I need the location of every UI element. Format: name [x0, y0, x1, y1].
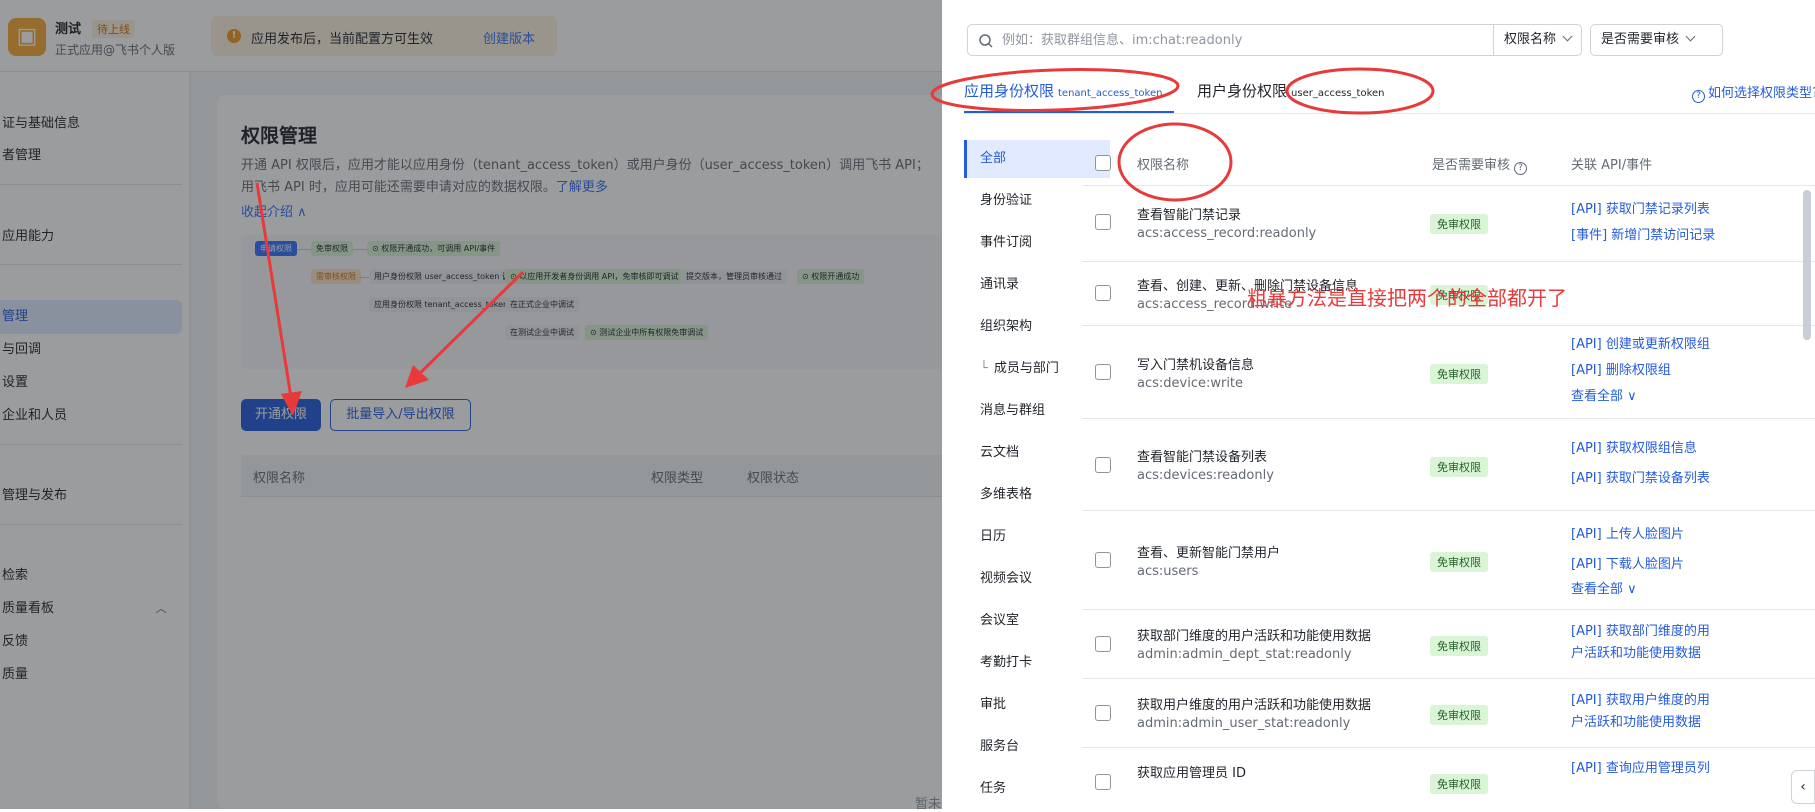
row-checkbox[interactable]: [1095, 457, 1111, 473]
select-all-checkbox[interactable]: [1095, 155, 1111, 171]
search-input[interactable]: [1002, 26, 1492, 54]
help-link-label: 如何选择权限类型?: [1708, 86, 1815, 101]
permission-name: 写入门禁机设备信息: [1137, 358, 1255, 373]
chevron-down-icon: [1562, 31, 1573, 42]
tab-label: 用户身份权限: [1197, 82, 1288, 100]
status-badge: 免审权限: [1430, 636, 1488, 656]
tab-tenant-identity[interactable]: 应用身份权限 tenant_access_token: [964, 80, 1162, 101]
api-link[interactable]: [API] 获取门禁设备列表: [1571, 466, 1710, 492]
filter-label: 是否需要审核: [1601, 32, 1680, 47]
api-link[interactable]: [API] 创建或更新权限组: [1571, 332, 1710, 358]
question-circle-icon: ?: [1692, 90, 1705, 103]
table-row: 查看智能门禁记录 acs:access_record:readonly 免审权限…: [1082, 187, 1815, 262]
tab-token: tenant_access_token: [1058, 88, 1163, 99]
table-row: 获取用户维度的用户活跃和功能使用数据 admin:admin_user_stat…: [1082, 679, 1815, 748]
header-review-required: 是否需要审核?: [1432, 154, 1528, 175]
status-badge: 免审权限: [1430, 214, 1488, 234]
row-checkbox[interactable]: [1095, 285, 1111, 301]
status-badge: 免审权限: [1430, 774, 1488, 794]
api-link[interactable]: [API] 获取权限组信息: [1571, 436, 1697, 462]
permission-name: 获取部门维度的用户活跃和功能使用数据: [1137, 629, 1372, 644]
category-label: 成员与部门: [993, 361, 1059, 376]
tab-user-identity[interactable]: 用户身份权限 user_access_token: [1197, 80, 1385, 101]
permission-name-filter[interactable]: 权限名称: [1493, 25, 1582, 55]
chevron-down-icon: [1685, 31, 1696, 42]
status-badge: 免审权限: [1430, 364, 1488, 384]
permission-scope: acs:devices:readonly: [1137, 468, 1274, 483]
tab-label: 应用身份权限: [964, 82, 1055, 100]
scrollbar-thumb[interactable]: [1803, 190, 1811, 340]
row-checkbox[interactable]: [1095, 705, 1111, 721]
api-link[interactable]: [API] 下载人脸图片: [1571, 552, 1684, 578]
row-checkbox[interactable]: [1095, 552, 1111, 568]
event-link[interactable]: [事件] 新增门禁访问记录: [1571, 223, 1715, 249]
table-row: 获取应用管理员 ID 免审权限 [API] 查询应用管理员列: [1082, 748, 1815, 809]
permission-scope: acs:device:write: [1137, 376, 1244, 391]
tab-active-indicator: [964, 111, 1174, 113]
status-badge: 免审权限: [1430, 705, 1488, 725]
api-link[interactable]: [API] 删除权限组: [1571, 358, 1671, 384]
api-link-continued[interactable]: 户活跃和功能使用数据: [1571, 710, 1701, 736]
review-filter-select[interactable]: 是否需要审核: [1590, 24, 1723, 56]
row-checkbox[interactable]: [1095, 774, 1111, 790]
permission-list: 权限名称 是否需要审核? 关联 API/事件 查看智能门禁记录 acs:acce…: [1082, 140, 1815, 809]
search-box: 权限名称: [967, 24, 1582, 56]
question-circle-icon[interactable]: ?: [1514, 162, 1528, 175]
permission-name: 获取用户维度的用户活跃和功能使用数据: [1137, 698, 1372, 713]
chevron-left-icon[interactable]: ‹: [1791, 770, 1815, 804]
table-row: 写入门禁机设备信息 acs:device:write 免审权限 [API] 创建…: [1082, 326, 1815, 419]
api-link[interactable]: [API] 查询应用管理员列: [1571, 756, 1710, 782]
filter-label: 权限名称: [1504, 32, 1557, 47]
permission-name: 查看智能门禁设备列表: [1137, 450, 1268, 465]
search-icon: [979, 34, 993, 48]
row-checkbox[interactable]: [1095, 364, 1111, 380]
tab-token: user_access_token: [1291, 88, 1385, 99]
permission-type-help-link[interactable]: ? 如何选择权限类型?: [1692, 82, 1815, 103]
table-row: 查看智能门禁设备列表 acs:devices:readonly 免审权限 [AP…: [1082, 419, 1815, 511]
permission-scope: admin:admin_user_stat:readonly: [1137, 716, 1351, 731]
permission-list-header: 权限名称 是否需要审核? 关联 API/事件: [1082, 140, 1815, 186]
header-permission-name: 权限名称: [1137, 158, 1190, 173]
header-related-api: 关联 API/事件: [1571, 158, 1653, 173]
permission-name: 获取应用管理员 ID: [1137, 766, 1246, 781]
api-link-continued[interactable]: 户活跃和功能使用数据: [1571, 641, 1701, 667]
status-badge: 免审权限: [1430, 552, 1488, 572]
permission-scope: acs:users: [1137, 564, 1199, 579]
permission-scope: acs:access_record:readonly: [1137, 226, 1317, 241]
permission-name: 查看智能门禁记录: [1137, 208, 1242, 223]
permission-scope: admin:admin_dept_stat:readonly: [1137, 647, 1352, 662]
api-link[interactable]: [API] 上传人脸图片: [1571, 522, 1684, 548]
modal-overlay[interactable]: [0, 0, 942, 809]
table-row: 查看、更新智能门禁用户 acs:users 免审权限 [API] 上传人脸图片 …: [1082, 511, 1815, 610]
view-all-link[interactable]: 查看全部 ∨: [1571, 577, 1637, 603]
view-all-link[interactable]: 查看全部 ∨: [1571, 384, 1637, 410]
header-label: 是否需要审核: [1432, 158, 1511, 173]
status-badge: 免审权限: [1430, 457, 1488, 477]
permission-name: 查看、更新智能门禁用户: [1137, 546, 1281, 561]
api-link[interactable]: [API] 获取门禁记录列表: [1571, 197, 1710, 223]
tree-branch-icon: └: [980, 361, 988, 376]
row-checkbox[interactable]: [1095, 214, 1111, 230]
annotation-text: 粗暴方法是直接把两个的全部都开了: [1247, 286, 1567, 310]
row-checkbox[interactable]: [1095, 636, 1111, 652]
identity-tabs: 应用身份权限 tenant_access_token 用户身份权限 user_acc…: [964, 64, 1815, 114]
table-row: 获取部门维度的用户活跃和功能使用数据 admin:admin_dept_stat…: [1082, 610, 1815, 679]
permission-drawer: 权限名称 是否需要审核 应用身份权限tenant_access_token 用户…: [942, 0, 1815, 809]
